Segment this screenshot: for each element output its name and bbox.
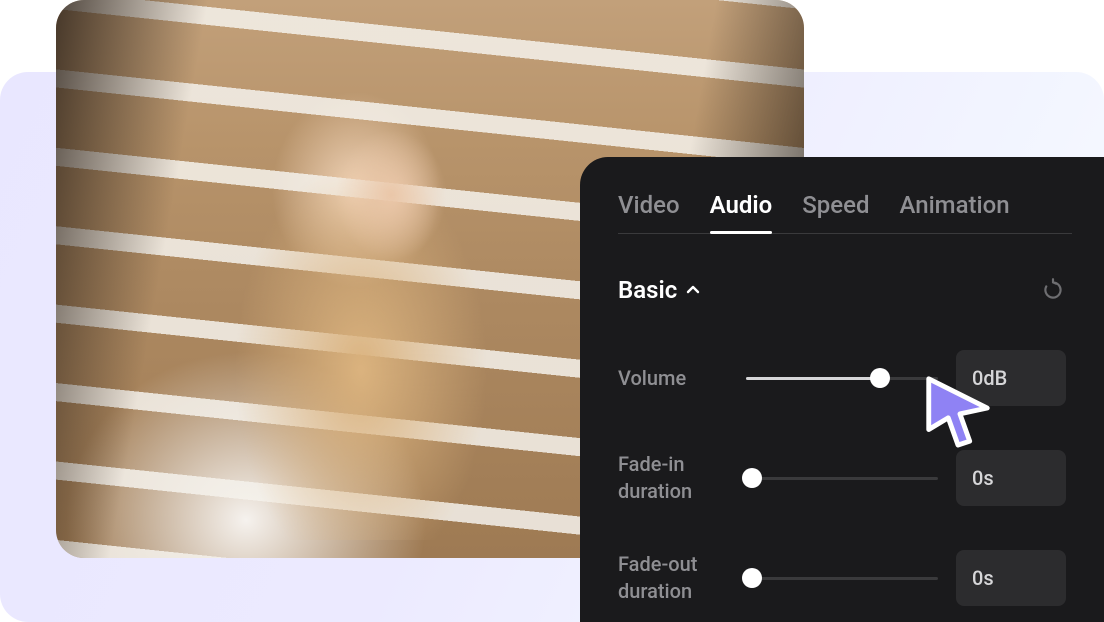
- tabs-bar: Video Audio Speed Animation: [618, 191, 1072, 234]
- tab-animation[interactable]: Animation: [900, 191, 1010, 233]
- fade-out-label: Fade-out duration: [618, 551, 728, 605]
- fade-in-label: Fade-in duration: [618, 451, 728, 505]
- volume-slider-thumb[interactable]: [870, 368, 890, 388]
- row-volume: Volume 0dB: [618, 350, 1066, 406]
- fade-out-slider[interactable]: [746, 566, 938, 590]
- reset-icon[interactable]: [1040, 277, 1066, 303]
- tab-speed[interactable]: Speed: [802, 191, 869, 233]
- properties-panel: Video Audio Speed Animation Basic Volume…: [580, 157, 1104, 622]
- volume-value[interactable]: 0dB: [956, 350, 1066, 406]
- tab-video[interactable]: Video: [618, 191, 680, 233]
- section-title: Basic: [618, 276, 677, 304]
- chevron-up-icon: [683, 280, 703, 300]
- row-fade-out: Fade-out duration 0s: [618, 550, 1066, 606]
- row-fade-in: Fade-in duration 0s: [618, 450, 1066, 506]
- volume-label: Volume: [618, 365, 728, 392]
- fade-in-value[interactable]: 0s: [956, 450, 1066, 506]
- section-header[interactable]: Basic: [618, 276, 1066, 304]
- fade-in-slider[interactable]: [746, 466, 938, 490]
- tab-audio[interactable]: Audio: [710, 191, 773, 233]
- fade-out-slider-thumb[interactable]: [742, 568, 762, 588]
- fade-in-slider-thumb[interactable]: [742, 468, 762, 488]
- volume-slider[interactable]: [746, 366, 938, 390]
- fade-out-value[interactable]: 0s: [956, 550, 1066, 606]
